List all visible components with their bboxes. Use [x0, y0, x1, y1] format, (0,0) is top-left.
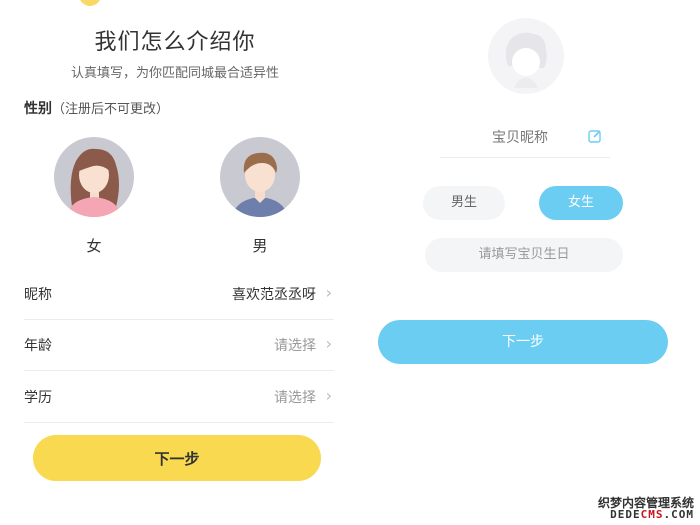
chevron-right-icon: › [325, 334, 332, 353]
edit-icon[interactable] [588, 128, 602, 147]
age-value: 请选择 [274, 338, 316, 354]
row-label: 年龄 [24, 338, 52, 354]
gender-label: 性别 [24, 101, 52, 117]
next-step-button[interactable]: 下一步 [33, 435, 321, 481]
gender-note: （注册后不可更改） [52, 102, 170, 117]
nickname-field[interactable]: 宝贝昵称 [440, 118, 610, 158]
next-step-button[interactable]: 下一步 [378, 320, 668, 364]
baby-avatar-icon[interactable] [488, 18, 564, 94]
row-label: 昵称 [24, 287, 52, 303]
page-subtitle: 认真填写，为你匹配同城最合适异性 [70, 66, 279, 81]
male-avatar-icon [220, 137, 300, 217]
gender-option-female[interactable]: 女 [54, 137, 134, 256]
gender-option-male[interactable]: 男 [220, 137, 300, 256]
female-label: 女 [86, 237, 102, 255]
chevron-right-icon: › [325, 283, 332, 302]
decorative-dot [79, 0, 101, 6]
chevron-right-icon: › [325, 386, 332, 405]
profile-intro-screen: 我们怎么介绍你 认真填写，为你匹配同城最合适异性 性别（注册后不可更改） 女 男… [0, 0, 350, 525]
gender-pill-male[interactable]: 男生 [423, 186, 505, 220]
nickname-value: 喜欢范丞丞呀 [232, 287, 316, 303]
male-label: 男 [252, 237, 268, 255]
nickname-placeholder: 宝贝昵称 [492, 130, 548, 146]
baby-profile-screen: 宝贝昵称 男生 女生 请填写宝贝生日 下一步 织梦内容管理系统 DEDECMS.… [350, 0, 700, 525]
watermark-line2: DEDECMS.COM [610, 508, 694, 522]
gender-pill-female[interactable]: 女生 [539, 186, 623, 220]
education-row[interactable]: 学历 请选择 › [24, 371, 334, 423]
watermark-logo: 织梦内容管理系统 DEDECMS.COM [598, 497, 694, 521]
age-row[interactable]: 年龄 请选择 › [24, 319, 334, 371]
nickname-row[interactable]: 昵称 喜欢范丞丞呀 › [24, 268, 334, 320]
education-value: 请选择 [274, 390, 316, 406]
female-avatar-icon [54, 137, 134, 217]
gender-section-label: 性别（注册后不可更改） [24, 98, 169, 118]
row-label: 学历 [24, 390, 52, 406]
birthday-input[interactable]: 请填写宝贝生日 [425, 238, 623, 272]
page-title: 我们怎么介绍你 [94, 30, 256, 55]
